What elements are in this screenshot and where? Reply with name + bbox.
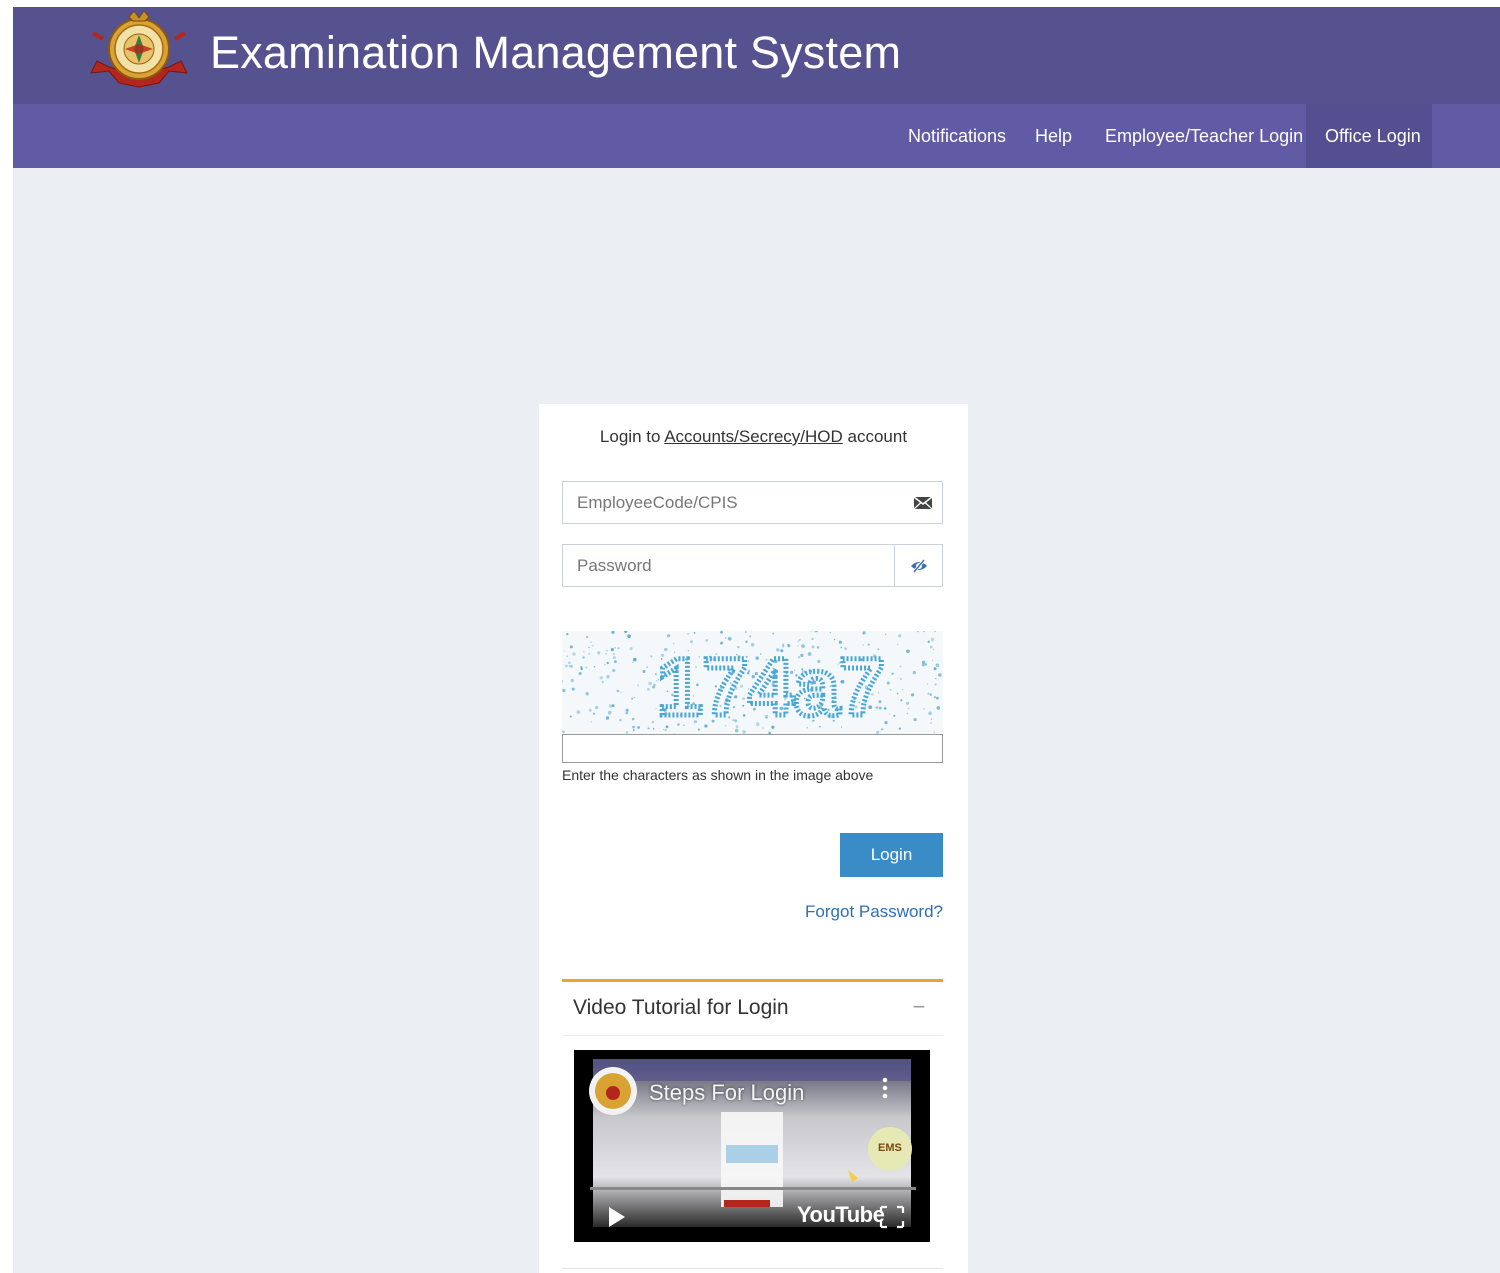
eye-slash-icon <box>911 559 927 573</box>
youtube-logo[interactable]: YouTube <box>797 1202 885 1228</box>
captcha-hint: Enter the characters as shown in the ima… <box>562 767 874 783</box>
login-heading-suffix: account <box>847 427 908 446</box>
toggle-password-button[interactable] <box>894 545 942 586</box>
envelope-icon <box>913 496 933 510</box>
captcha-image[interactable]: 174a7 <box>562 631 943 734</box>
login-button[interactable]: Login <box>840 833 943 877</box>
login-heading-prefix: Login to <box>599 427 661 446</box>
login-card: Login to Accounts/Secrecy/HOD account Em… <box>539 404 968 1273</box>
password-input[interactable] <box>563 545 942 586</box>
page-frame: Examination Management System Notificati… <box>13 7 1500 1273</box>
collapse-minus-icon[interactable]: − <box>907 992 931 1022</box>
panel-title: Video Tutorial for Login <box>573 996 789 1019</box>
top-nav: Notifications Help Employee/Teacher Logi… <box>13 104 1500 168</box>
video-tutorial-panel: Video Tutorial for Login − Steps For Log… <box>562 979 943 1269</box>
nav-employee-teacher-login[interactable]: Employee/Teacher Login <box>1105 104 1303 168</box>
employee-code-field <box>562 481 943 524</box>
password-field <box>562 544 943 587</box>
university-seal-icon <box>90 10 188 88</box>
header-bar: Examination Management System <box>13 7 1500 104</box>
captcha-text: 174a7 <box>657 642 885 733</box>
nav-help[interactable]: Help <box>1035 104 1072 168</box>
nav-office-login[interactable]: Office Login <box>1306 104 1432 168</box>
ems-badge: EMS <box>878 1142 902 1154</box>
video-title: Steps For Login <box>649 1080 805 1105</box>
employee-code-input[interactable] <box>563 482 942 523</box>
youtube-video-embed[interactable]: Steps For Login EMS YouTube <box>574 1050 930 1242</box>
nav-notifications[interactable]: Notifications <box>908 104 1006 168</box>
account-type-link[interactable]: Accounts/Secrecy/HOD <box>664 427 843 446</box>
forgot-password-link[interactable]: Forgot Password? <box>805 902 943 922</box>
panel-header[interactable]: Video Tutorial for Login − <box>562 982 943 1036</box>
app-title: Examination Management System <box>210 27 902 78</box>
captcha-input[interactable] <box>562 734 943 763</box>
login-heading: Login to Accounts/Secrecy/HOD account <box>539 427 968 447</box>
